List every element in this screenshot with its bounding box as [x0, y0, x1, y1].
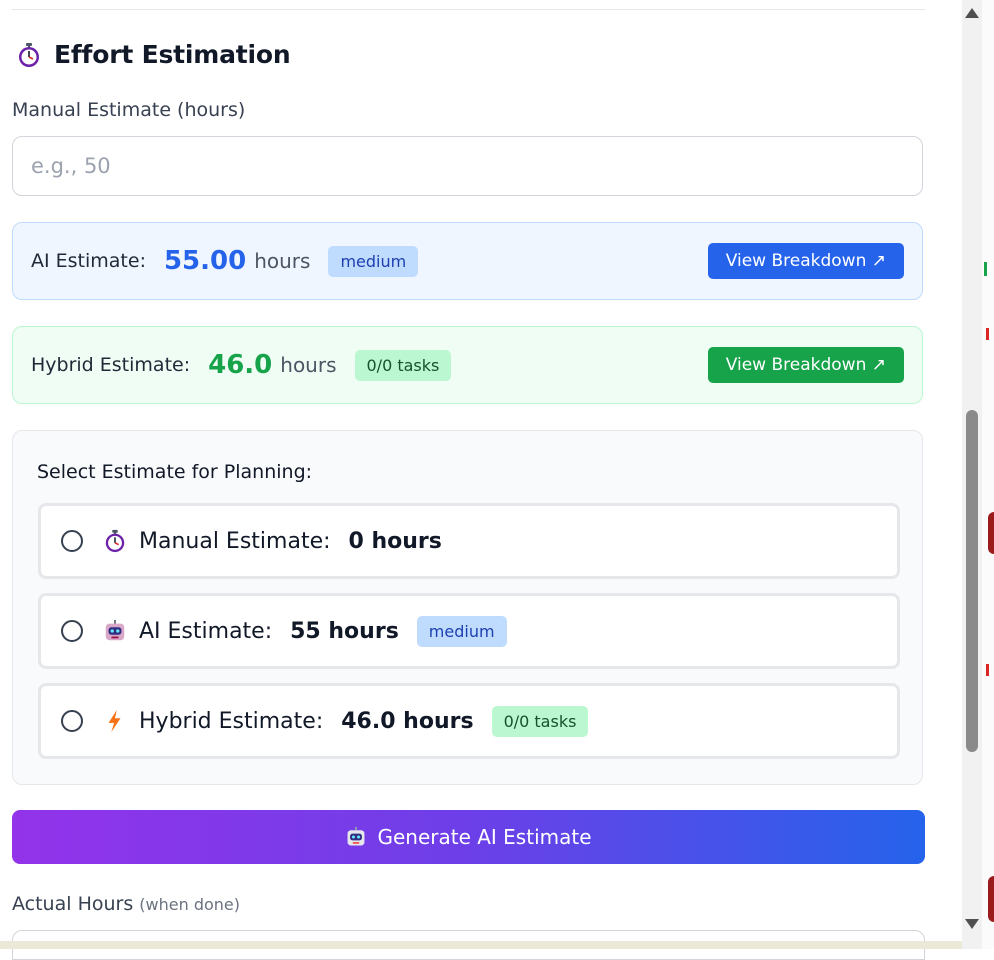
hybrid-estimate-value: 46.0 [208, 350, 273, 380]
panel-fragment [984, 262, 987, 276]
actual-hours-hint: (when done) [139, 895, 240, 914]
actual-hours-label: Actual Hours (when done) [12, 893, 240, 915]
radio-hybrid-estimate[interactable] [61, 710, 83, 732]
scroll-up-arrow-icon[interactable] [965, 8, 979, 18]
option-ai-estimate[interactable]: AI Estimate: 55 hours medium [38, 593, 900, 669]
ai-estimate-card: AI Estimate: 55.00 hours medium View Bre… [12, 222, 923, 300]
panel-fragment [988, 512, 994, 554]
manual-estimate-label: Manual Estimate (hours) [12, 99, 246, 121]
option-value: 0 hours [348, 528, 442, 554]
planning-estimate-selector: Select Estimate for Planning: Manual Est… [12, 430, 923, 785]
section-title: Effort Estimation [54, 40, 291, 69]
adjacent-panel-edge [982, 0, 994, 949]
planning-title: Select Estimate for Planning: [37, 461, 313, 483]
view-hybrid-breakdown-button[interactable]: View Breakdown ↗ [707, 347, 904, 383]
window-bottom-edge [0, 941, 962, 949]
option-label: AI Estimate: [139, 618, 273, 644]
hybrid-estimate-unit: hours [280, 353, 337, 377]
panel-fragment [986, 328, 989, 340]
manual-estimate-input[interactable] [12, 136, 923, 196]
stopwatch-icon [105, 529, 125, 553]
confidence-badge: medium [328, 245, 419, 277]
stopwatch-icon [19, 42, 39, 67]
robot-icon [105, 619, 125, 641]
option-label: Manual Estimate: [139, 528, 331, 554]
scroll-down-arrow-icon[interactable] [965, 919, 979, 929]
generate-button-label: Generate AI Estimate [377, 825, 592, 849]
lightning-icon [108, 709, 121, 733]
scrollbar-thumb[interactable] [966, 410, 978, 752]
robot-icon [348, 826, 365, 846]
option-value: 46.0 hours [341, 708, 474, 734]
radio-ai-estimate[interactable] [61, 620, 83, 642]
option-hybrid-estimate[interactable]: Hybrid Estimate: 46.0 hours 0/0 tasks [38, 683, 900, 759]
generate-ai-estimate-button[interactable]: Generate AI Estimate [12, 810, 925, 864]
tasks-badge: 0/0 tasks [491, 705, 589, 737]
actual-hours-title: Actual Hours [12, 893, 134, 915]
ai-estimate-unit: hours [254, 249, 311, 273]
panel-fragment [988, 876, 994, 922]
view-ai-breakdown-button[interactable]: View Breakdown ↗ [707, 243, 904, 279]
section-header: Effort Estimation [16, 40, 291, 69]
option-value: 55 hours [290, 618, 399, 644]
ai-estimate-label: AI Estimate: [31, 250, 146, 272]
option-label: Hybrid Estimate: [139, 708, 324, 734]
tasks-badge: 0/0 tasks [354, 349, 452, 381]
option-manual-estimate[interactable]: Manual Estimate: 0 hours [38, 503, 900, 579]
panel-fragment [986, 664, 989, 676]
confidence-badge: medium [416, 615, 507, 647]
hybrid-estimate-card: Hybrid Estimate: 46.0 hours 0/0 tasks Vi… [12, 326, 923, 404]
ai-estimate-value: 55.00 [163, 246, 247, 276]
hybrid-estimate-label: Hybrid Estimate: [31, 354, 191, 376]
radio-manual-estimate[interactable] [61, 530, 83, 552]
section-divider [12, 9, 925, 10]
